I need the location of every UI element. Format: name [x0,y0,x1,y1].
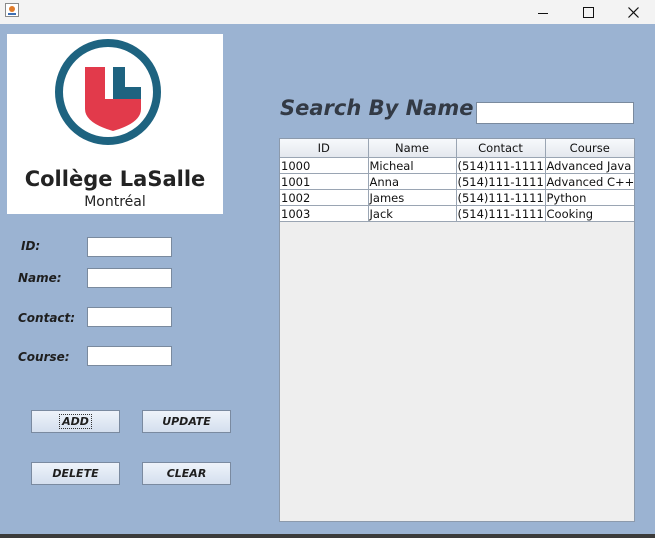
course-input[interactable] [87,346,172,366]
add-button[interactable]: ADD [31,410,120,433]
close-icon [627,6,639,18]
maximize-icon [582,6,594,18]
table-cell[interactable]: (514)111-1111 [455,189,546,206]
logo-college-name: Collège LaSalle [24,167,206,191]
window-bottom-border [0,534,655,538]
column-header-course[interactable]: Course [544,139,634,158]
name-input[interactable] [87,268,172,288]
table-cell[interactable]: (514)111-1111 [455,157,546,174]
table-cell[interactable]: Advanced Java [544,157,634,174]
search-input[interactable] [476,102,634,124]
logo-city-name: Montréal [84,194,146,210]
update-button[interactable]: UPDATE [142,410,231,433]
column-header-id[interactable]: ID [280,139,369,158]
logo-shield-icon [85,67,141,131]
maximize-button[interactable] [565,0,611,24]
id-label: ID: [21,239,41,253]
java-coffee-icon[interactable] [5,3,19,17]
table-cell[interactable]: (514)111-1111 [455,173,546,190]
table-cell[interactable]: Advanced C++ [544,173,634,190]
table-cell[interactable]: 1001 [280,173,369,190]
id-input[interactable] [87,237,172,257]
table-cell[interactable]: 1003 [280,205,369,222]
table-row[interactable]: 1003 Jack (514)111-1111 Cooking [280,205,634,222]
table-row[interactable]: 1000 Micheal (514)111-1111 Advanced Java [280,157,634,174]
table-cell[interactable]: Python [544,189,634,206]
add-button-label: ADD [59,414,92,429]
course-label: Course: [18,350,70,364]
table-cell[interactable]: Jack [367,205,457,222]
table-cell[interactable]: 1000 [280,157,369,174]
column-header-contact[interactable]: Contact [455,139,546,158]
students-table[interactable]: ID Name Contact Course 1000 Micheal (514… [279,138,635,522]
table-cell[interactable]: (514)111-1111 [455,205,546,222]
table-cell[interactable]: Micheal [367,157,457,174]
table-cell[interactable]: James [367,189,457,206]
title-bar [0,0,655,24]
search-by-name-title: Search By Name [280,96,474,120]
clear-button[interactable]: CLEAR [142,462,231,485]
contact-label: Contact: [18,311,76,325]
college-logo: Collège LaSalle Montréal [7,34,223,214]
delete-button[interactable]: DELETE [31,462,120,485]
table-cell[interactable]: Cooking [544,205,634,222]
table-header-row: ID Name Contact Course [280,139,634,158]
table-cell[interactable]: Anna [367,173,457,190]
contact-input[interactable] [87,307,172,327]
minimize-button[interactable] [520,0,566,24]
minimize-icon [538,12,548,14]
table-row[interactable]: 1002 James (514)111-1111 Python [280,189,634,206]
close-button[interactable] [610,0,655,24]
name-label: Name: [18,271,62,285]
column-header-name[interactable]: Name [367,139,457,158]
table-row[interactable]: 1001 Anna (514)111-1111 Advanced C++ [280,173,634,190]
table-cell[interactable]: 1002 [280,189,369,206]
